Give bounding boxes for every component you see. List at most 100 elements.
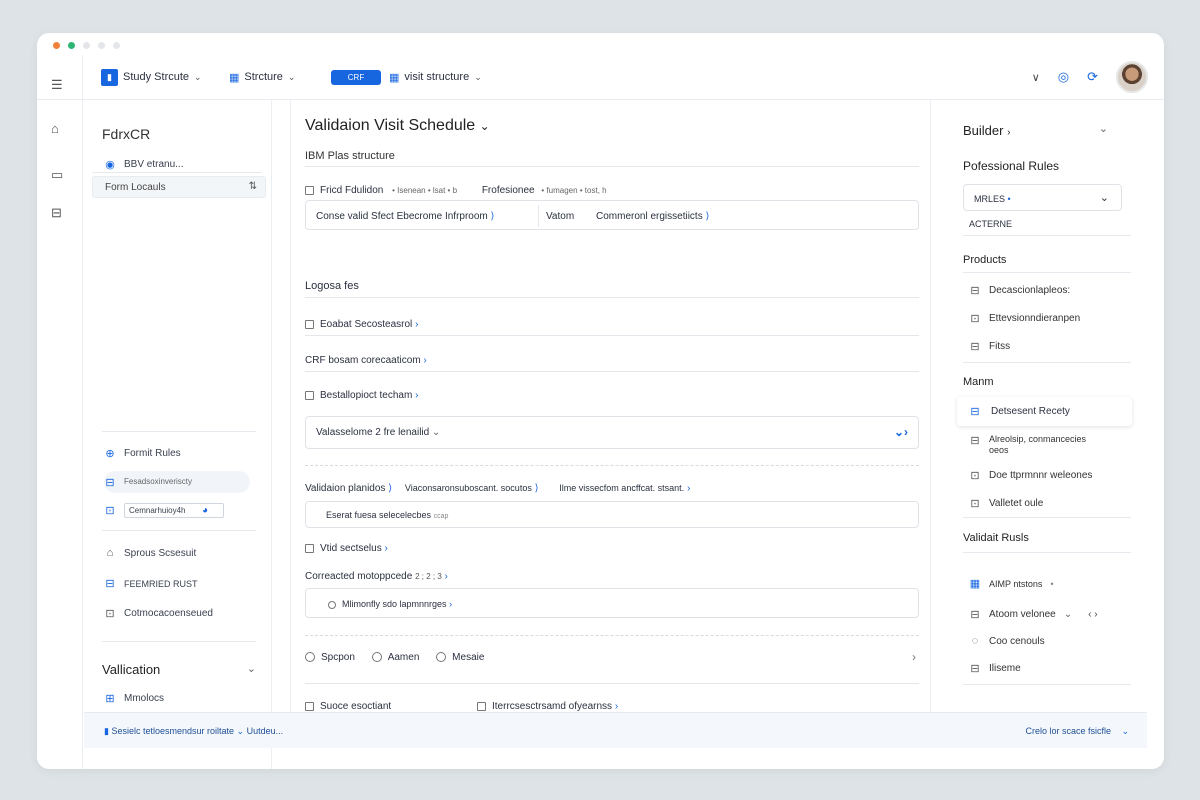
chevron-down-icon[interactable]: ⌄: [1099, 122, 1108, 135]
vital-item[interactable]: Vtid sectselus ›: [305, 543, 388, 554]
field-row: Fricd Fdulidon • Isenean • lsat • b Frof…: [305, 185, 607, 196]
left-item-cotmo[interactable]: ⊡ Cotmocacoenseued: [104, 607, 213, 620]
validation-right: Ilme vissecfom ancffcat. stsant.: [559, 483, 685, 493]
validation-mid: Viaconsaronsuboscant. socutos: [404, 483, 532, 493]
left-item-search-field[interactable]: ⊡ Cemnarhuioy4h ◕: [104, 503, 224, 518]
form-locals-item[interactable]: Form Locauls ⇅: [92, 176, 266, 198]
right-panel: Builder › ⌄ Pofessional Rules MRLES • ⌄ …: [947, 100, 1132, 746]
condition-box[interactable]: Conse valid Sfect Ebecrome Infrproom ⟩ V…: [305, 200, 919, 230]
chat-icon: ◌: [971, 635, 979, 647]
condition-value: Vatom: [546, 211, 575, 222]
left-inline-field[interactable]: Cemnarhuioy4h: [124, 503, 224, 518]
left-item-format-rules[interactable]: ⊕ Formit Rules: [104, 447, 180, 460]
left-search[interactable]: ◉ BBV etranu...: [104, 158, 183, 171]
radio-option[interactable]: [436, 652, 447, 663]
rules-input-text: Eserat fuesa selecelecbes ccap: [326, 510, 449, 520]
chevron-down-icon[interactable]: ⌄: [1121, 726, 1129, 737]
page-title[interactable]: Validaion Visit Schedule ⌄: [305, 117, 490, 135]
bottom-left-item[interactable]: Suoce esoctiant: [305, 701, 391, 712]
chevron-down-icon: ⌄: [474, 71, 482, 82]
settings-icon[interactable]: ⟳: [1087, 69, 1098, 85]
chevron-right-icon: ›: [423, 355, 427, 366]
left-item-label: Cotmocacoenseued: [124, 608, 213, 619]
left-item-sprous[interactable]: ⌂ Sprous Scsesuit: [104, 547, 197, 559]
list-item[interactable]: Bestallopioct techam ›: [305, 390, 418, 401]
rules-input[interactable]: Eserat fuesa selecelecbes ccap: [305, 501, 919, 528]
inbox-icon[interactable]: ▭: [51, 167, 63, 183]
window-dot-maximize[interactable]: [68, 42, 75, 49]
left-item-misc[interactable]: ⊞ Mmolocs: [104, 692, 164, 705]
chevron-right-icon[interactable]: ›: [912, 650, 916, 664]
footer-right[interactable]: Crelo lor scace fsicfle: [1025, 726, 1111, 736]
radio-option[interactable]: [371, 652, 382, 663]
top-bar: ▮ Study Strcute ⌄ ▦ Strcture ⌄ CRF ▦ vis…: [37, 55, 1164, 100]
form-locals-label: Form Locauls: [105, 182, 166, 193]
valid-item[interactable]: ◌ Coo cenouls: [969, 635, 1045, 647]
valid-item[interactable]: ⊟ Atoom velonee ⌄ ‹ ›: [969, 608, 1097, 621]
valid-item[interactable]: ⊟ Iliseme: [969, 662, 1020, 675]
vital-checkbox[interactable]: [305, 543, 314, 553]
manm-item[interactable]: ⊡ Valletet oule: [969, 497, 1043, 510]
minim-text: Mlimonfly sdo lapmnnrges ›: [328, 599, 452, 609]
builder-title[interactable]: Builder ›: [963, 123, 1010, 138]
corrected-label: Correacted motoppcede 2 ; 2 ; 3 ›: [305, 571, 448, 582]
menu-icon[interactable]: ☰: [51, 77, 63, 93]
manm-item[interactable]: ⊟ Alreolsip, conmancecies oeos: [969, 434, 1086, 456]
chevron-right-icon: ›: [415, 319, 419, 330]
validation-row[interactable]: Validaion planidos ⟩ Viaconsaronsuboscan…: [305, 483, 690, 494]
visit-structure-menu[interactable]: ▦ visit structure ⌄: [389, 67, 482, 87]
manm-item-selected[interactable]: ⊟ Detsesent Recety: [957, 397, 1132, 426]
left-item-label: Sprous Scsesuit: [124, 547, 197, 559]
field-checkbox[interactable]: [305, 185, 314, 195]
select-value: Valasselome 2 fre lenailid ⌄: [316, 427, 441, 438]
doc-icon: ⊟: [970, 406, 980, 418]
valid-rules-title: Validait Rusls: [963, 532, 1029, 544]
page-title-text: Validaion Visit Schedule: [305, 117, 476, 134]
validation-section-header[interactable]: Vallication ⌄: [102, 662, 256, 677]
product-item[interactable]: ⊡ Ettevsionndieranpen: [969, 312, 1080, 325]
doc-icon: ⊟: [970, 609, 980, 621]
chevron-down-icon[interactable]: ∨: [1032, 71, 1040, 84]
validation-label: Validaion planidos: [305, 483, 386, 494]
chevron-down-icon: ⌄: [194, 71, 202, 82]
manm-item[interactable]: ⊡ Doe ttprmnnr weleones: [969, 469, 1092, 482]
valid-item[interactable]: ▦ AIMP ntstons •: [969, 577, 1054, 590]
visit-structure-label: visit structure: [404, 71, 470, 83]
condition-text: Conse valid Sfect Ebecrome Infrproom ⟩: [316, 211, 495, 222]
icon-rail: ☰ ⌂ ▭ ⊟: [37, 55, 83, 769]
left-item-fremried[interactable]: ⊟ FEEMRIED RUST: [104, 577, 198, 590]
schedule-select[interactable]: Valasselome 2 fre lenailid ⌄ ⌄›: [305, 416, 919, 449]
condition-action[interactable]: Commeronl ergissetiicts ⟩: [596, 211, 709, 222]
minim-field[interactable]: Mlimonfly sdo lapmnnrges ›: [305, 588, 919, 618]
list-item[interactable]: CRF bosam corecaaticom ›: [305, 355, 427, 366]
structure-menu[interactable]: ▦ Strcture ⌄: [229, 67, 295, 87]
sort-icon[interactable]: ⇅: [249, 181, 257, 192]
list-item[interactable]: Eoabat Secosteasrol ›: [305, 319, 418, 330]
product-item[interactable]: ⊟ Decascionlapleos:: [969, 284, 1070, 297]
rules-dropdown[interactable]: MRLES • ⌄: [963, 184, 1122, 211]
left-panel-title: FdrxCR: [102, 126, 151, 142]
window-dot-close[interactable]: [53, 42, 60, 49]
bottom-right-item[interactable]: Iterrcsesctrsamd ofyearnss ›: [477, 701, 618, 712]
left-item-highlight[interactable]: ⊟ Fesadsoxinveriscty: [104, 471, 250, 493]
left-inline-field-text: Cemnarhuioy4h: [129, 506, 186, 515]
footer-left[interactable]: ▮ Sesielc tetloesmendsur roiltate ⌄ Uutd…: [104, 726, 283, 737]
study-structure-menu[interactable]: ▮ Study Strcute ⌄: [101, 67, 202, 87]
product-item[interactable]: ⊟ Fitss: [969, 340, 1010, 353]
notification-icon[interactable]: ◎: [1058, 69, 1069, 85]
search-icon: ◉: [105, 159, 115, 171]
item-checkbox[interactable]: [477, 701, 486, 711]
left-item-label: FEEMRIED RUST: [124, 578, 198, 589]
storage-icon[interactable]: ⊟: [51, 205, 62, 221]
crf-button[interactable]: CRF: [331, 67, 381, 87]
item-checkbox[interactable]: [305, 319, 314, 329]
radio-option[interactable]: [305, 652, 315, 663]
lock-icon[interactable]: ⌂: [51, 121, 59, 136]
item-checkbox[interactable]: [305, 390, 314, 400]
logout-label: Logosa fes: [305, 280, 359, 292]
item-checkbox[interactable]: [305, 701, 314, 711]
arrows-icon[interactable]: ‹ ›: [1088, 609, 1097, 620]
rules-icon: ⊕: [105, 448, 115, 460]
avatar[interactable]: [1116, 61, 1148, 93]
doc-icon: ⊟: [970, 663, 980, 675]
